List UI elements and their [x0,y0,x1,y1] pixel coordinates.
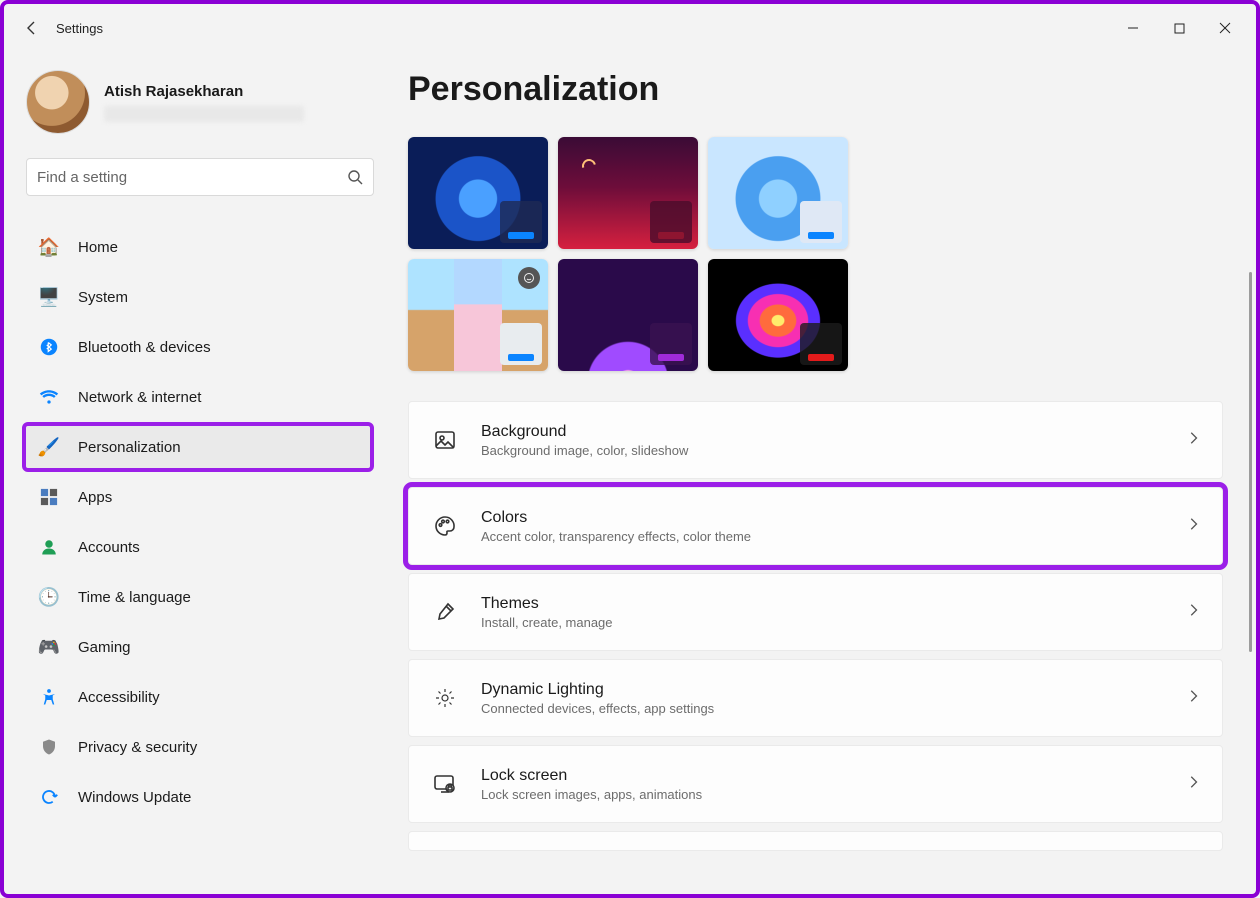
user-name: Atish Rajasekharan [104,83,304,100]
system-icon: 🖥️ [38,286,60,308]
theme-tile[interactable] [708,259,848,371]
card-title: Background [481,423,688,441]
sidebar-item-label: Accounts [78,539,140,556]
card-subtitle: Install, create, manage [481,615,613,630]
search-icon [347,169,363,185]
user-block[interactable]: Atish Rajasekharan [26,70,370,134]
theme-tile[interactable] [408,137,548,249]
shield-icon [38,736,60,758]
chevron-right-icon [1186,603,1200,622]
sidebar-item-bluetooth[interactable]: Bluetooth & devices [26,326,370,368]
card-cutoff [408,831,1223,851]
close-button[interactable] [1202,12,1248,44]
sidebar: Atish Rajasekharan 🏠 Home 🖥️ System Blue… [4,52,384,894]
card-subtitle: Connected devices, effects, app settings [481,701,714,716]
close-icon [1219,22,1231,34]
theme-tile[interactable] [708,137,848,249]
theme-tile[interactable] [558,137,698,249]
scrollbar-thumb[interactable] [1249,272,1252,652]
avatar [26,70,90,134]
sidebar-item-apps[interactable]: Apps [26,476,370,518]
paintbrush-icon: 🖌️ [38,436,60,458]
sidebar-item-privacy[interactable]: Privacy & security [26,726,370,768]
search-input[interactable] [37,169,347,186]
sidebar-item-label: Apps [78,489,112,506]
brush-icon [431,598,459,626]
sparkle-icon [431,684,459,712]
sidebar-item-label: System [78,289,128,306]
card-title: Lock screen [481,767,702,785]
sidebar-item-system[interactable]: 🖥️ System [26,276,370,318]
minimize-icon [1127,22,1139,34]
sidebar-item-label: Network & internet [78,389,201,406]
sidebar-item-gaming[interactable]: 🎮 Gaming [26,626,370,668]
maximize-button[interactable] [1156,12,1202,44]
card-title: Dynamic Lighting [481,681,714,699]
arrow-left-icon [24,20,40,36]
window-controls [1110,12,1248,44]
card-colors[interactable]: Colors Accent color, transparency effect… [408,487,1223,565]
home-icon: 🏠 [38,236,60,258]
update-icon [38,786,60,808]
sidebar-item-label: Privacy & security [78,739,197,756]
card-dynamic-lighting[interactable]: Dynamic Lighting Connected devices, effe… [408,659,1223,737]
palette-icon [431,512,459,540]
theme-tile[interactable] [558,259,698,371]
sidebar-item-accounts[interactable]: Accounts [26,526,370,568]
sidebar-item-label: Home [78,239,118,256]
sidebar-item-label: Time & language [78,589,191,606]
wifi-icon [38,386,60,408]
main-content: Personalization [384,52,1256,894]
sidebar-item-update[interactable]: Windows Update [26,776,370,818]
back-button[interactable] [12,8,52,48]
sidebar-item-home[interactable]: 🏠 Home [26,226,370,268]
chevron-right-icon [1186,517,1200,536]
search-box[interactable] [26,158,374,196]
clock-globe-icon: 🕒 [38,586,60,608]
sidebar-item-accessibility[interactable]: Accessibility [26,676,370,718]
card-subtitle: Lock screen images, apps, animations [481,787,702,802]
sidebar-item-personalization[interactable]: 🖌️ Personalization [26,426,370,468]
card-background[interactable]: Background Background image, color, slid… [408,401,1223,479]
card-title: Colors [481,509,751,527]
sidebar-item-label: Windows Update [78,789,191,806]
sidebar-item-network[interactable]: Network & internet [26,376,370,418]
person-icon [38,536,60,558]
chevron-right-icon [1186,689,1200,708]
user-text: Atish Rajasekharan [104,83,304,122]
card-themes[interactable]: Themes Install, create, manage [408,573,1223,651]
card-subtitle: Accent color, transparency effects, colo… [481,529,751,544]
minimize-button[interactable] [1110,12,1156,44]
sidebar-item-label: Bluetooth & devices [78,339,211,356]
settings-card-list: Background Background image, color, slid… [408,401,1223,855]
titlebar: Settings [4,4,1256,52]
nav-list: 🏠 Home 🖥️ System Bluetooth & devices Net… [26,222,370,822]
card-subtitle: Background image, color, slideshow [481,443,688,458]
sidebar-item-label: Gaming [78,639,131,656]
spotlight-icon [518,267,540,289]
theme-tile[interactable] [408,259,548,371]
maximize-icon [1174,23,1185,34]
accessibility-icon [38,686,60,708]
sidebar-item-label: Personalization [78,439,181,456]
sidebar-item-label: Accessibility [78,689,160,706]
chevron-right-icon [1186,775,1200,794]
card-title: Themes [481,595,613,613]
theme-grid [408,137,1232,371]
lock-screen-icon [431,770,459,798]
apps-icon [38,486,60,508]
chevron-right-icon [1186,431,1200,450]
sidebar-item-time[interactable]: 🕒 Time & language [26,576,370,618]
gamepad-icon: 🎮 [38,636,60,658]
app-title: Settings [56,21,103,36]
card-lock-screen[interactable]: Lock screen Lock screen images, apps, an… [408,745,1223,823]
picture-icon [431,426,459,454]
user-email-blurred [104,106,304,122]
bluetooth-icon [38,336,60,358]
page-title: Personalization [408,70,1232,109]
